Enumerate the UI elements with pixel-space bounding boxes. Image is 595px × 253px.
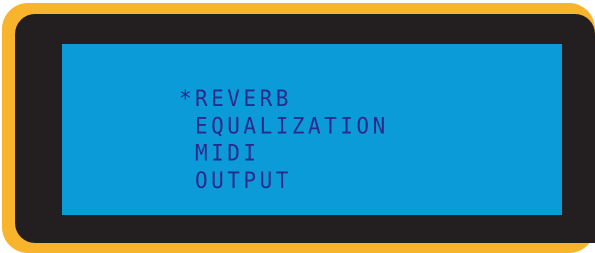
menu-item-label: EQUALIZATION: [195, 113, 389, 139]
cursor-slot: [179, 167, 195, 194]
menu-item-reverb[interactable]: * REVERB: [179, 85, 389, 112]
menu-item-label: OUTPUT: [195, 167, 292, 194]
menu-item-label: MIDI: [195, 140, 260, 166]
menu-item-equalization[interactable]: EQUALIZATION: [179, 112, 389, 139]
cursor-slot: [179, 112, 195, 139]
lcd-menu: * REVERB EQUALIZATION MIDI OUTPUT: [179, 85, 389, 194]
cursor-slot: [179, 140, 195, 167]
menu-item-label: REVERB: [195, 86, 292, 112]
selection-cursor-icon: *: [179, 86, 196, 112]
lcd-bezel: * REVERB EQUALIZATION MIDI OUTPUT: [15, 14, 595, 243]
device-frame: * REVERB EQUALIZATION MIDI OUTPUT: [2, 3, 595, 253]
menu-item-midi[interactable]: MIDI: [179, 140, 389, 167]
lcd-screen: * REVERB EQUALIZATION MIDI OUTPUT: [62, 44, 562, 215]
menu-item-output[interactable]: OUTPUT: [179, 167, 389, 194]
